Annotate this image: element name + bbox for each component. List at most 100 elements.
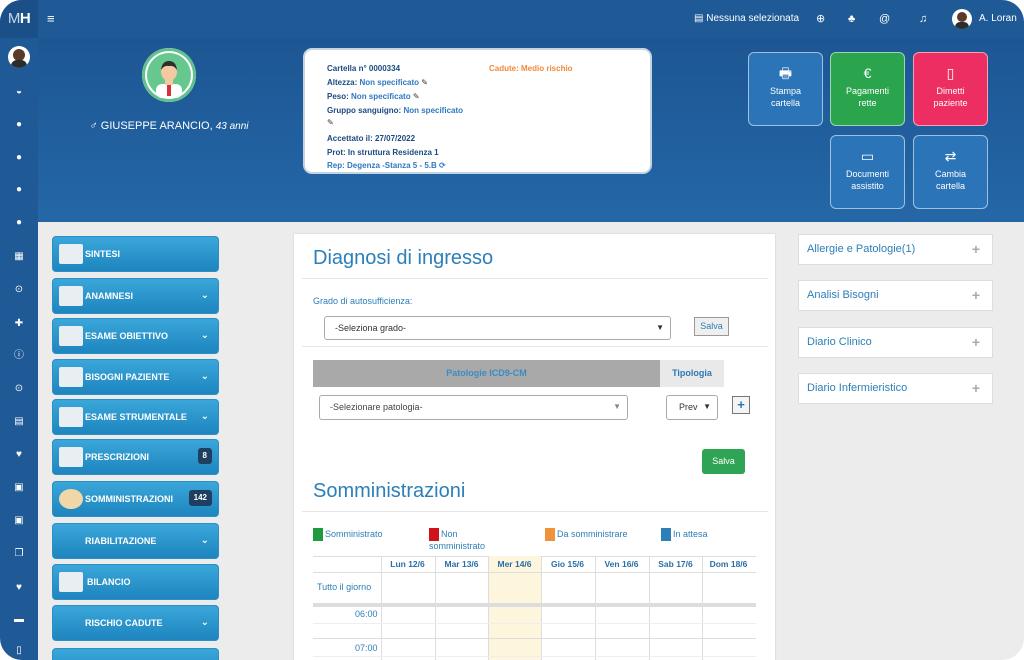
change-record-button[interactable]: ⇄ Cambia cartella (913, 135, 988, 209)
accordion-diario-clinico[interactable]: Diario Clinico + (798, 327, 993, 358)
sidebar-avatar[interactable] (8, 46, 30, 68)
menu-rischio-cadute[interactable]: RISCHIO CADUTE ⌄ (52, 605, 219, 641)
altezza-value: Non specificato (359, 78, 420, 87)
accordion-diario-infermieristico[interactable]: Diario Infermieristico + (798, 373, 993, 404)
tipologia-select[interactable]: Prev ▼ (666, 395, 718, 420)
payments-button[interactable]: € Pagamenti rette (830, 52, 905, 126)
selection-indicator[interactable]: ▤ Nessuna selezionata (694, 0, 799, 38)
user-icon[interactable]: ● (0, 117, 38, 133)
patient-age: 43 anni (215, 121, 249, 132)
stethoscope-icon (59, 326, 83, 346)
male-icon: ♂ (89, 120, 98, 132)
tile-label: Stampa (769, 86, 802, 96)
edit-peso-icon[interactable]: ✎ (413, 92, 420, 101)
accordion-analisi-bisogni[interactable]: Analisi Bisogni + (798, 280, 993, 311)
document-icon[interactable]: ▤ (0, 414, 38, 430)
menu-esame-obiettivo[interactable]: ESAME OBIETTIVO ⌄ (52, 318, 219, 354)
menu-prescrizioni[interactable]: PRESCRIZIONI 8 (52, 439, 219, 475)
check-circle-icon[interactable]: ⊙ (0, 381, 38, 397)
protocol-info: Prot: In struttura Residenza 1 (327, 148, 439, 157)
discharge-patient-button[interactable]: ▯ Dimetti paziente (913, 52, 988, 126)
user-avatar[interactable] (952, 9, 972, 29)
medkit-icon[interactable]: ▣ (0, 513, 38, 529)
refresh-icon[interactable]: ⟳ (439, 161, 446, 170)
day-header: Sab 17/6 (658, 559, 693, 569)
day-header: Dom 18/6 (709, 559, 748, 569)
info-icon[interactable]: ⓘ (0, 348, 38, 364)
medkit-icon[interactable]: ▣ (0, 480, 38, 496)
altezza-label: Altezza: (327, 78, 358, 87)
print-record-button[interactable]: 🖶 Stampa cartella (748, 52, 823, 126)
edit-altezza-icon[interactable]: ✎ (421, 78, 428, 87)
fall-risk-label: Cadute: Medio rischio (489, 64, 573, 73)
heartbeat-icon[interactable]: ♥ (0, 447, 38, 463)
app-logo[interactable]: MH (0, 0, 38, 38)
divider (302, 346, 768, 347)
anamnesis-icon (59, 286, 83, 306)
count-badge: 142 (188, 490, 212, 506)
calendar-icon[interactable]: ▦ (0, 249, 38, 265)
doctor-icon[interactable]: ♣ (848, 0, 855, 38)
grid-line (595, 556, 596, 660)
fall-icon (59, 613, 83, 633)
diagnosi-title: Diagnosi di ingresso (313, 247, 494, 269)
clipboard-icon: ▤ (694, 13, 707, 24)
somministrazioni-title: Somministrazioni (313, 480, 466, 502)
accordion-label: Diario Clinico (807, 336, 872, 348)
menu-toggle-icon[interactable]: ≡ (47, 0, 55, 38)
briefcase-icon[interactable]: ▬ (0, 612, 38, 628)
tile-label: assistito (851, 181, 884, 191)
divider (302, 278, 768, 279)
chevron-down-icon: ▼ (613, 402, 621, 411)
accordion-label: Diario Infermieristico (807, 382, 908, 394)
tile-label: Pagamenti (845, 86, 890, 96)
menu-somministrazioni[interactable]: SOMMINISTRAZIONI 142 (52, 481, 219, 517)
grid-line (313, 638, 756, 639)
menu-esame-strumentale[interactable]: ESAME STRUMENTALE ⌄ (52, 399, 219, 435)
grado-select[interactable]: -Seleziona grado- ▼ (324, 316, 671, 340)
at-icon[interactable]: @ (879, 0, 890, 38)
heartbeat-icon[interactable]: ♥ (0, 580, 38, 596)
logo-h: H (19, 10, 31, 27)
menu-anamnesi[interactable]: ANAMNESI ⌄ (52, 278, 219, 314)
menu-next[interactable] (52, 648, 219, 660)
save-grado-button[interactable]: Salva (694, 317, 729, 336)
patologie-table-header: Patologie ICD9-CM Tipologia (313, 360, 724, 387)
tipologia-select-value: Prev (679, 402, 698, 412)
check-circle-icon[interactable]: ⊙ (0, 282, 38, 298)
selection-text: Nessuna selezionata (706, 13, 800, 24)
save-diagnosi-button[interactable]: Salva (702, 449, 745, 474)
documents-button[interactable]: ▭ Documenti assistito (830, 135, 905, 209)
copy-icon[interactable]: ❐ (0, 546, 38, 562)
accordion-allergie[interactable]: Allergie e Patologie(1) + (798, 234, 993, 265)
menu-riabilitazione[interactable]: RIABILITAZIONE ⌄ (52, 523, 219, 559)
chevron-down-icon: ▼ (703, 402, 711, 411)
plus-icon: + (971, 287, 980, 303)
dashboard-icon[interactable]: ◒ (0, 84, 38, 100)
user-icon[interactable]: ● (0, 182, 38, 198)
globe-icon[interactable]: ⊕ (816, 0, 825, 38)
add-user-icon[interactable]: ✚ (0, 316, 38, 332)
user-name[interactable]: A. Loran (979, 0, 1017, 38)
edit-gruppo-icon[interactable]: ✎ (327, 118, 334, 127)
file-icon[interactable]: ▯ (0, 643, 38, 659)
legend-label: Da somministrare (557, 529, 628, 539)
tile-label: cartella (935, 181, 965, 191)
patologia-select[interactable]: -Selezionare patologia- ▼ (319, 395, 628, 420)
bell-icon[interactable]: ♫ (919, 0, 927, 38)
menu-bisogni-paziente[interactable]: BISOGNI PAZIENTE ⌄ (52, 359, 219, 395)
add-patologia-button[interactable]: + (732, 396, 750, 414)
menu-sintesi[interactable]: SINTESI (52, 236, 219, 272)
chevron-down-icon: ▼ (656, 323, 664, 332)
menu-label: PRESCRIZIONI (85, 452, 150, 462)
user-icon[interactable]: ● (0, 215, 38, 231)
tile-label: rette (858, 98, 877, 108)
count-badge: 8 (197, 448, 212, 464)
grid-line (313, 572, 756, 573)
menu-label: BISOGNI PAZIENTE (85, 372, 170, 382)
logo-m: M (7, 10, 21, 27)
menu-bilancio[interactable]: BILANCIO (52, 564, 219, 600)
plus-icon: + (971, 380, 980, 396)
legend-label: In attesa (673, 529, 708, 539)
user-icon[interactable]: ● (0, 150, 38, 166)
